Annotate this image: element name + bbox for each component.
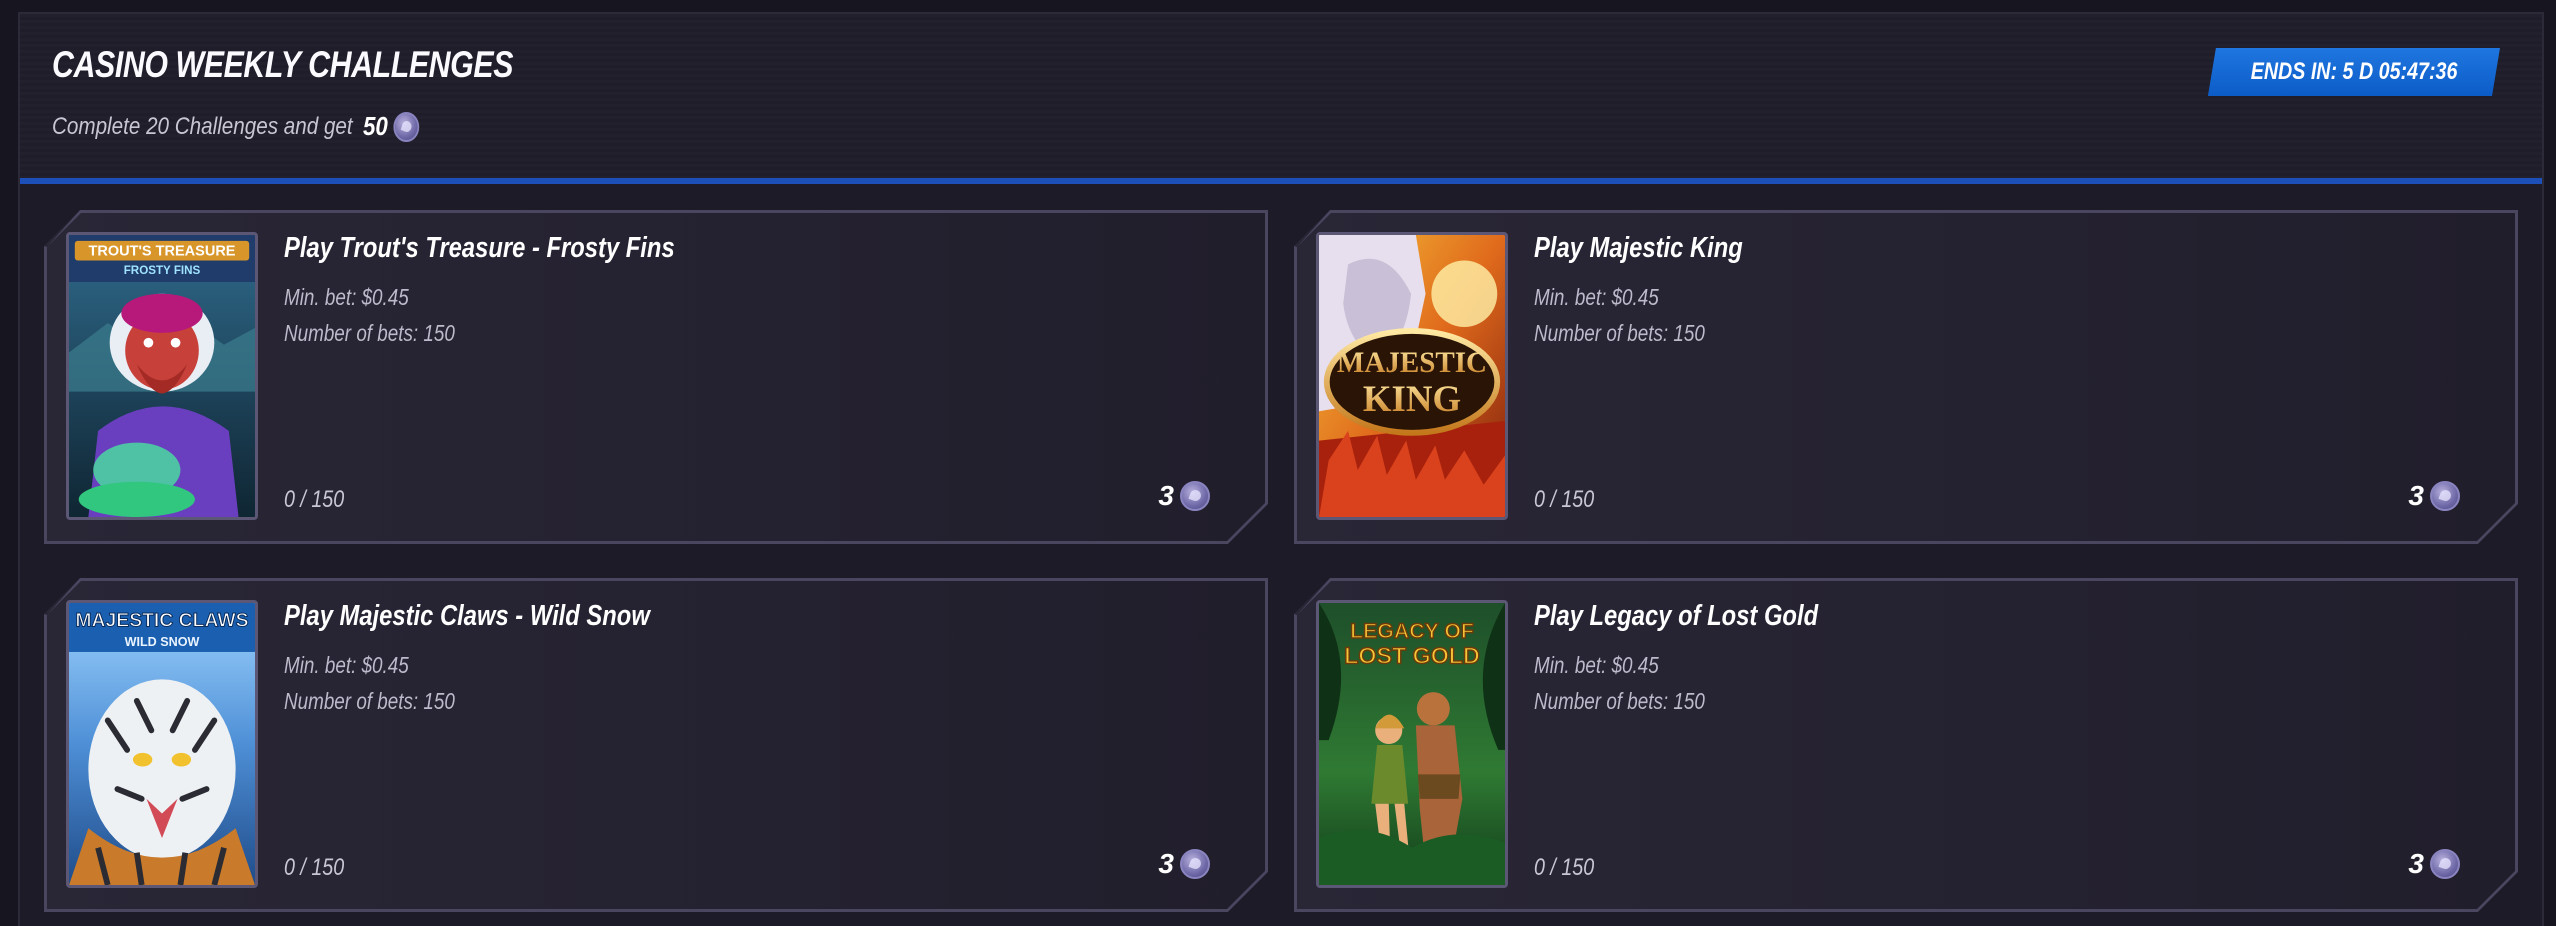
challenge-card[interactable]: MAJESTIC KING Play Majestic King Min. be… — [1294, 210, 2518, 544]
reward-amount: 3 — [2408, 848, 2424, 879]
min-bet-text: Min. bet: $0.45 — [1534, 284, 1659, 310]
progress-text: 0 / 150 — [284, 854, 345, 881]
svg-text:FROSTY FINS: FROSTY FINS — [124, 264, 201, 277]
reward-amount: 3 — [1158, 848, 1174, 879]
challenge-reward: 3 — [2408, 480, 2460, 512]
svg-text:KING: KING — [1363, 379, 1461, 420]
progress-text: 0 / 150 — [1534, 486, 1595, 513]
number-of-bets-text: Number of bets: 150 — [284, 320, 455, 346]
coin-icon — [1180, 849, 1210, 879]
challenges-header: CASINO WEEKLY CHALLENGES Complete 20 Cha… — [20, 14, 2542, 180]
svg-text:LOST GOLD: LOST GOLD — [1344, 643, 1480, 669]
min-bet-text: Min. bet: $0.45 — [1534, 652, 1659, 678]
reward-amount: 3 — [1158, 480, 1174, 511]
countdown-text: ENDS IN: 5 D 05:47:36 — [2250, 58, 2458, 85]
challenge-reward: 3 — [1158, 848, 1210, 880]
svg-text:MAJESTIC CLAWS: MAJESTIC CLAWS — [75, 609, 248, 631]
challenge-reward: 3 — [1158, 480, 1210, 512]
game-thumbnail-trouts-treasure[interactable]: TROUT'S TREASURE FROSTY FINS — [66, 232, 258, 520]
challenge-title: Play Trout's Treasure - Frosty Fins — [284, 232, 675, 264]
header-divider — [20, 178, 2542, 184]
goal-text: Complete 20 Challenges and get — [52, 112, 353, 140]
challenge-reward: 3 — [2408, 848, 2460, 880]
svg-text:MAJESTIC: MAJESTIC — [1337, 347, 1487, 379]
min-bet-text: Min. bet: $0.45 — [284, 284, 409, 310]
number-of-bets-text: Number of bets: 150 — [1534, 320, 1705, 346]
challenge-goal: Complete 20 Challenges and get 50 — [52, 111, 419, 142]
coin-icon — [1180, 481, 1210, 511]
svg-text:WILD SNOW: WILD SNOW — [125, 635, 200, 649]
challenges-panel: CASINO WEEKLY CHALLENGES Complete 20 Cha… — [18, 12, 2544, 926]
progress-text: 0 / 150 — [1534, 854, 1595, 881]
progress-text: 0 / 150 — [284, 486, 345, 513]
svg-text:LEGACY OF: LEGACY OF — [1350, 619, 1474, 643]
coin-icon — [2430, 481, 2460, 511]
reward-amount: 3 — [2408, 480, 2424, 511]
countdown-badge: ENDS IN: 5 D 05:47:36 — [2208, 48, 2500, 96]
goal-reward-amount: 50 — [362, 111, 388, 141]
challenge-title: Play Majestic Claws - Wild Snow — [284, 600, 650, 632]
coin-icon — [392, 111, 419, 142]
coin-icon — [2430, 849, 2460, 879]
min-bet-text: Min. bet: $0.45 — [284, 652, 409, 678]
challenge-card[interactable]: TROUT'S TREASURE FROSTY FINS Play Trout'… — [44, 210, 1268, 544]
challenge-card[interactable]: LEGACY OF LOST GOLD Play Legacy of Lost … — [1294, 578, 2518, 912]
svg-text:TROUT'S TREASURE: TROUT'S TREASURE — [88, 243, 235, 259]
number-of-bets-text: Number of bets: 150 — [1534, 688, 1705, 714]
page-title: CASINO WEEKLY CHALLENGES — [52, 44, 514, 85]
number-of-bets-text: Number of bets: 150 — [284, 688, 455, 714]
challenge-card[interactable]: MAJESTIC CLAWS WILD SNOW Play Majestic C… — [44, 578, 1268, 912]
game-thumbnail-majestic-claws[interactable]: MAJESTIC CLAWS WILD SNOW — [66, 600, 258, 888]
game-thumbnail-legacy-of-lost-gold[interactable]: LEGACY OF LOST GOLD — [1316, 600, 1508, 888]
challenge-title: Play Legacy of Lost Gold — [1534, 600, 1819, 632]
game-thumbnail-majestic-king[interactable]: MAJESTIC KING — [1316, 232, 1508, 520]
challenge-title: Play Majestic King — [1534, 232, 1743, 264]
